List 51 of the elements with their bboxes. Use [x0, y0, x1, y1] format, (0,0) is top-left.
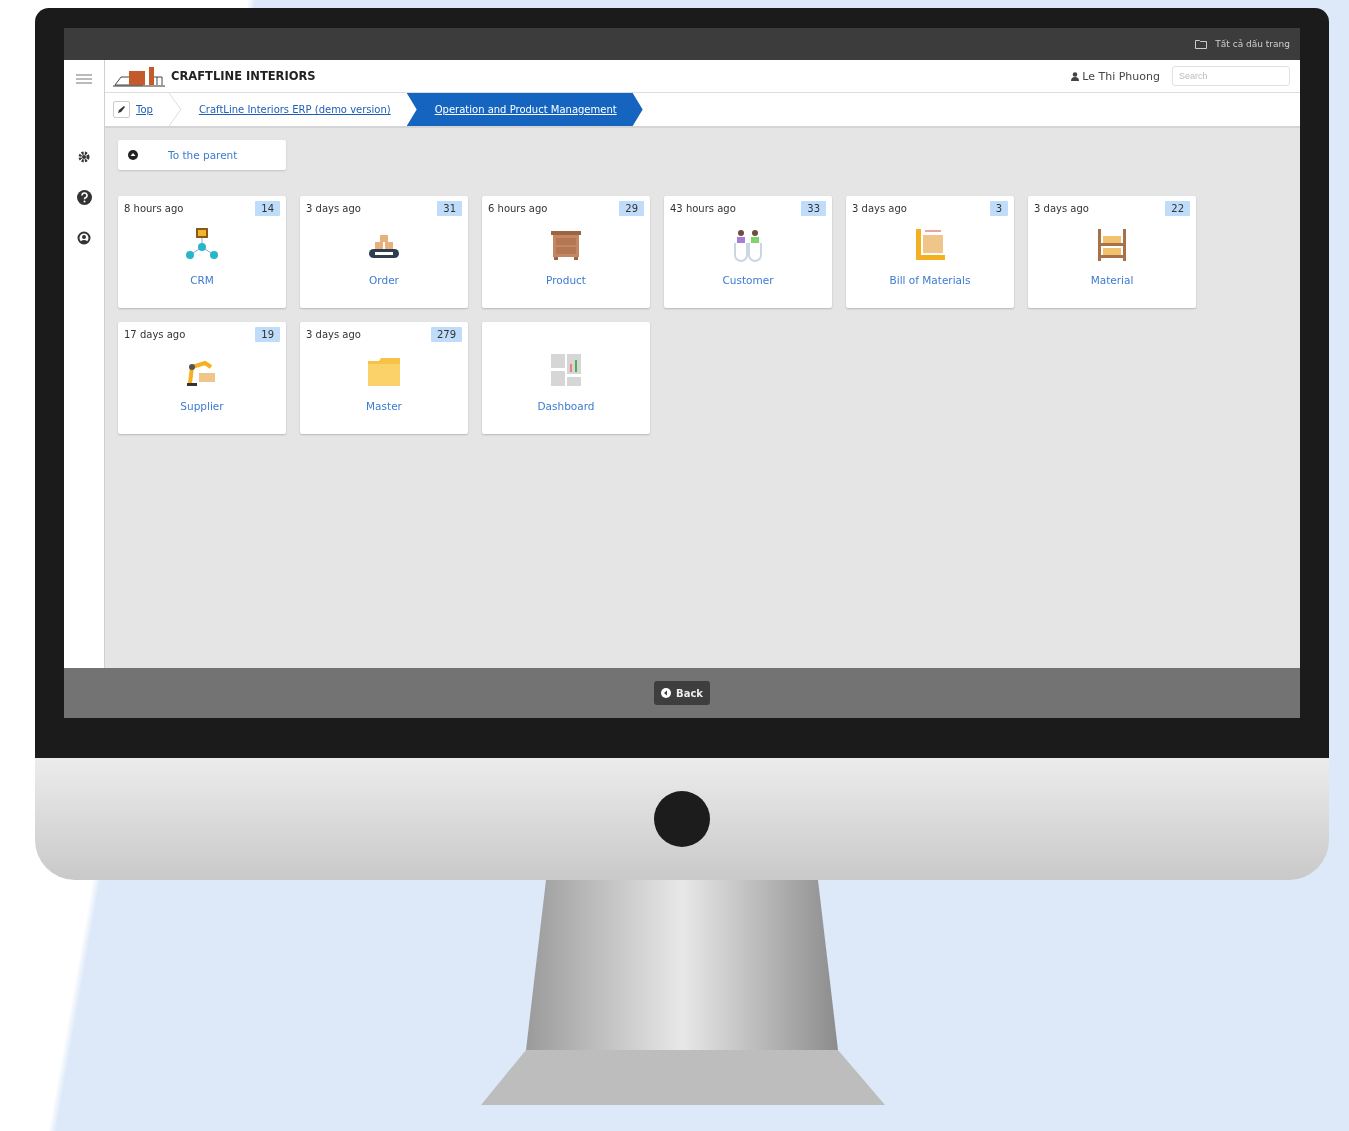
search-field[interactable]: Search — [1172, 66, 1290, 86]
item-count: 19 — [255, 326, 280, 342]
furniture-logo — [113, 65, 165, 87]
module-label: Dashboard — [536, 400, 596, 412]
module-label: Product — [545, 274, 587, 286]
module-label: Customer — [721, 274, 775, 286]
folder-icon — [1195, 39, 1208, 49]
updated-time: 43 hours ago — [670, 202, 736, 214]
person-icon — [1071, 71, 1080, 81]
item-count: 3 — [989, 200, 1008, 216]
updated-time: 3 days ago — [306, 328, 361, 340]
module-label: Supplier — [179, 400, 225, 412]
breadcrumb-link[interactable]: Operation and Product Management — [406, 93, 643, 126]
module-tile[interactable]: 3 days ago 279 Master — [300, 322, 468, 434]
settings-icon[interactable] — [77, 150, 91, 164]
parent-button[interactable]: To the parent — [118, 140, 286, 170]
module-label: Material — [1089, 274, 1135, 286]
item-count: 22 — [1165, 200, 1190, 216]
module-label: Order — [368, 274, 400, 286]
item-count: 33 — [801, 200, 826, 216]
item-count: 31 — [437, 200, 462, 216]
module-label: Bill of Materials — [888, 274, 972, 286]
updated-time: 17 days ago — [124, 328, 186, 340]
camera-dot-icon — [654, 791, 710, 847]
breadcrumb-link[interactable]: CraftLine Interiors ERP (demo version) — [182, 93, 407, 126]
module-tile[interactable]: 3 days ago 31 Order — [300, 196, 468, 308]
item-count: 29 — [619, 200, 644, 216]
module-tile[interactable]: 17 days ago 19 Supplier — [118, 322, 286, 434]
updated-time: 3 days ago — [1034, 202, 1089, 214]
module-label: CRM — [189, 274, 215, 286]
edit-icon[interactable] — [113, 101, 130, 118]
module-tile[interactable]: 43 hours ago 33 Customer — [664, 196, 832, 308]
user-icon[interactable] — [77, 231, 91, 245]
item-count: 14 — [255, 200, 280, 216]
module-tile[interactable]: 6 hours ago 29 Product — [482, 196, 650, 308]
updated-time: 3 days ago — [306, 202, 361, 214]
module-tile[interactable]: Dashboard — [482, 322, 650, 434]
breadcrumb-link[interactable]: Top — [130, 93, 169, 126]
module-tile[interactable]: 3 days ago 22 Material — [1028, 196, 1196, 308]
module-tile[interactable]: 3 days ago 3 Bill of Materials — [846, 196, 1014, 308]
help-icon[interactable] — [76, 190, 92, 205]
user-name[interactable]: Le Thi Phuong — [1071, 69, 1160, 83]
module-tile[interactable]: 8 hours ago 14 CRM — [118, 196, 286, 308]
bookmarks-label[interactable]: Tất cả dấu trang — [1215, 39, 1290, 49]
updated-time: 6 hours ago — [488, 202, 548, 214]
updated-time: 8 hours ago — [124, 202, 184, 214]
brand-name: CRAFTLINE INTERIORS — [171, 69, 317, 83]
module-label: Master — [365, 400, 403, 412]
item-count: 279 — [430, 326, 462, 342]
updated-time: 3 days ago — [852, 202, 907, 214]
back-button[interactable]: Back — [654, 681, 710, 705]
